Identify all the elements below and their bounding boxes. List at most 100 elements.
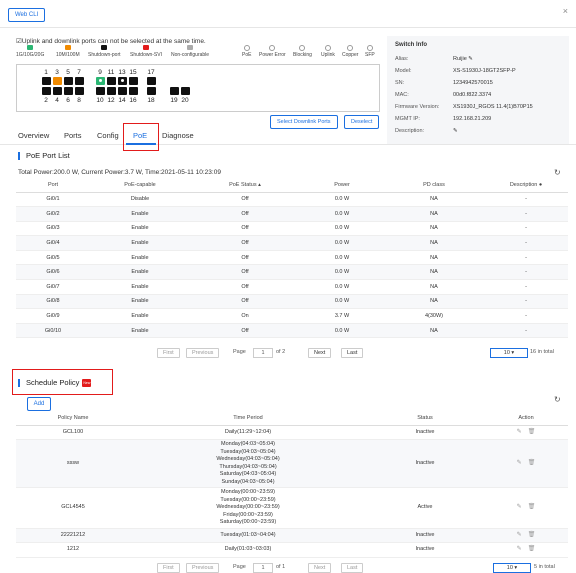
per-page-select[interactable]: 10 ▾ (493, 563, 531, 573)
port-6[interactable] (64, 87, 73, 95)
switch-info-title: Switch Info (395, 42, 427, 48)
tab-ports[interactable]: Ports (64, 131, 82, 140)
edit-icon[interactable]: ✎ (517, 546, 522, 554)
edit-icon[interactable]: ✎ (517, 504, 522, 512)
table-cell: Gi0/8 (16, 294, 90, 310)
schedule-refresh-icon[interactable]: ↻ (554, 395, 561, 404)
port-5[interactable] (64, 77, 73, 85)
last-page-button[interactable]: Last (341, 563, 364, 573)
next-page-button[interactable]: Next (308, 348, 332, 358)
edit-icon[interactable]: ✎ (517, 429, 522, 437)
port-num: 1 (44, 69, 48, 76)
port-num: 7 (77, 69, 81, 76)
port-4[interactable] (53, 87, 62, 95)
info-row-firmware: Firmware Version: XS1930J_RGOS 11.4(1)B70… (395, 104, 533, 110)
port-19[interactable] (170, 87, 179, 95)
port-15[interactable] (129, 77, 138, 85)
table-cell: Enable (90, 221, 190, 237)
delete-icon[interactable]: 🗑 (528, 429, 536, 437)
table-cell: Off (190, 235, 300, 251)
select-downlink-ports-button[interactable]: Select Downlink Ports (270, 115, 338, 129)
port-1[interactable] (42, 77, 51, 85)
port-12[interactable] (107, 87, 116, 95)
table-cell: - (484, 221, 568, 237)
table-row: Gi0/5 Enable Off 0.0 W NA - (16, 250, 568, 266)
time-period-line: Saturday(04:03~05:04) (219, 471, 277, 478)
port-num: 17 (147, 69, 155, 76)
per-page-select[interactable]: 10 ▾ (490, 348, 528, 358)
tab-config[interactable]: Config (97, 131, 119, 140)
port-num: 13 (118, 69, 126, 76)
info-row-mac: MAC: 00d0.f822.3374 (395, 92, 492, 98)
edit-icon[interactable]: ✎ (517, 460, 522, 468)
port-11[interactable] (107, 77, 116, 85)
col-poe-status[interactable]: PoE Status ▴ (190, 178, 300, 193)
table-cell: - (484, 192, 568, 208)
table-cell: Off (190, 279, 300, 295)
port-10[interactable] (96, 87, 105, 95)
table-cell: Enable (90, 206, 190, 222)
web-cli-button[interactable]: Web CLI (8, 8, 46, 22)
add-button[interactable]: Add (27, 397, 51, 411)
port-14[interactable] (118, 87, 127, 95)
port-num: 8 (77, 97, 81, 104)
tab-diagnose[interactable]: Diagnose (162, 131, 194, 140)
delete-icon[interactable]: 🗑 (528, 532, 536, 540)
sort-icon[interactable]: ▴ (258, 182, 261, 188)
tab-overview[interactable]: Overview (18, 131, 49, 140)
page-input[interactable]: 1 (253, 563, 273, 573)
table-cell: NA (384, 206, 484, 222)
policy-status: Inactive (366, 542, 484, 558)
table-cell: 0.0 W (300, 279, 384, 295)
table-cell: - (484, 264, 568, 281)
delete-icon[interactable]: 🗑 (528, 504, 536, 512)
table-cell: - (484, 250, 568, 266)
first-page-button[interactable]: First (157, 563, 180, 573)
first-page-button[interactable]: First (157, 348, 180, 358)
last-page-button[interactable]: Last (341, 348, 364, 358)
table-row: Gi0/7 Enable Off 0.0 W NA - (16, 279, 568, 295)
action-cell: ✎ 🗑 (484, 425, 568, 441)
port-17[interactable] (147, 77, 156, 85)
info-icon[interactable]: ● (539, 182, 542, 188)
deselect-button[interactable]: Deselect (344, 115, 380, 129)
table-cell: Gi0/3 (16, 221, 90, 237)
edit-description-icon[interactable]: ✎ (453, 128, 458, 134)
port-num: 10 (96, 97, 104, 104)
close-icon[interactable]: × (563, 6, 568, 16)
previous-page-button[interactable]: Previous (186, 348, 220, 358)
edit-alias-icon[interactable]: ✎ (468, 56, 473, 62)
next-page-button[interactable]: Next (308, 563, 332, 573)
table-cell: - (484, 235, 568, 251)
port-20[interactable] (181, 87, 190, 95)
info-row-alias: Alias: Ruijie ✎ (395, 56, 473, 62)
table-cell: Gi0/4 (16, 235, 90, 251)
table-cell: 0.0 W (300, 192, 384, 208)
port-16[interactable] (129, 87, 138, 95)
poe-summary: Total Power:200.0 W, Current Power:3.7 W… (18, 169, 221, 176)
refresh-icon[interactable]: ↻ (554, 168, 561, 177)
info-row-model: Model: XS-S1930J-18GT2SFP-P (395, 68, 516, 74)
port-2[interactable] (42, 87, 51, 95)
edit-icon[interactable]: ✎ (517, 532, 522, 540)
legend-uplink: Uplink (321, 45, 335, 58)
delete-icon[interactable]: 🗑 (528, 546, 536, 554)
table-cell: Gi0/2 (16, 206, 90, 222)
delete-icon[interactable]: 🗑 (528, 460, 536, 468)
table-cell: NA (384, 235, 484, 251)
col-power: Power (300, 178, 384, 193)
port-13[interactable] (118, 77, 127, 85)
port-8[interactable] (75, 87, 84, 95)
port-7[interactable] (75, 77, 84, 85)
previous-page-button[interactable]: Previous (186, 563, 220, 573)
col-action: Action (484, 411, 568, 426)
legend-power-error: Power Error (259, 45, 286, 58)
table-cell: Enable (90, 264, 190, 281)
table-cell: - (484, 308, 568, 324)
policy-status: Inactive (366, 425, 484, 441)
port-9[interactable] (96, 77, 105, 85)
port-3[interactable] (53, 77, 62, 85)
time-period-line: Daily(01:03~03:03) (224, 546, 272, 553)
page-input[interactable]: 1 (253, 348, 273, 358)
port-18[interactable] (147, 87, 156, 95)
